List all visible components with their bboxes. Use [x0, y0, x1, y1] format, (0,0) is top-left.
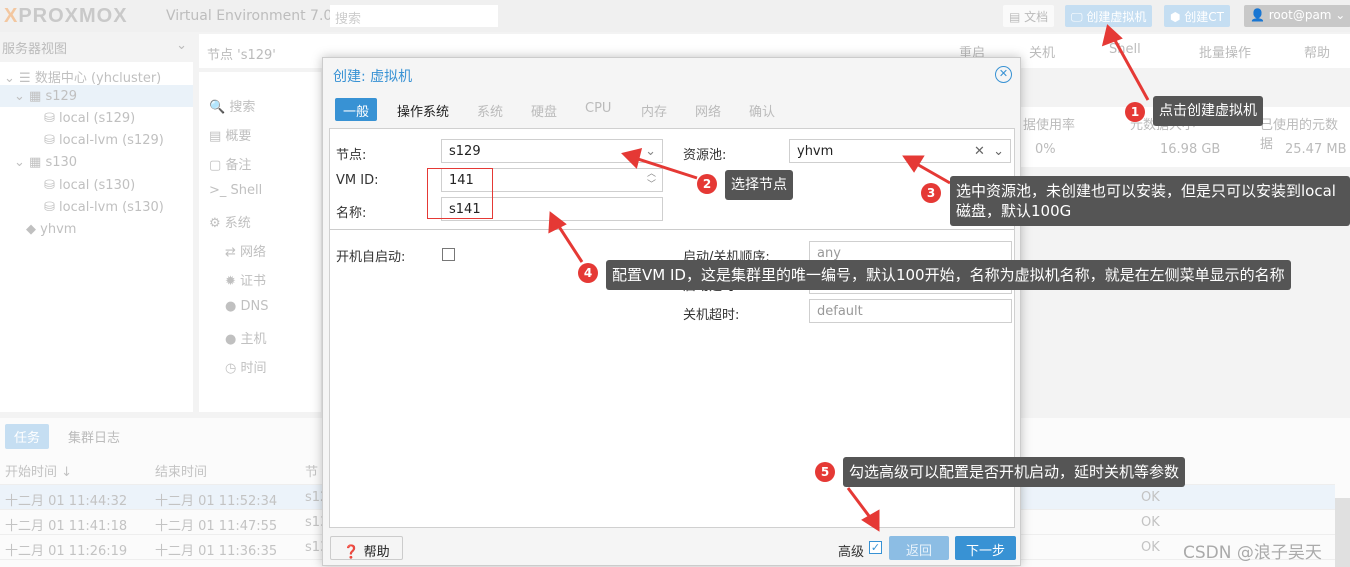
annotation-tooltip-5: 勾选高级可以配置是否开机启动，延时关机等参数	[843, 457, 1186, 487]
annotation-badge-4: 4	[578, 263, 598, 283]
annotation-tooltip-2: 选择节点	[725, 170, 793, 200]
arrow-2-head	[621, 147, 643, 169]
arrow-5	[846, 487, 874, 521]
arrow-1	[1110, 34, 1150, 101]
watermark: CSDN @浪子吴天	[1183, 543, 1322, 563]
arrow-4	[554, 221, 584, 263]
annotation-tooltip-1: 点击创建虚拟机	[1153, 96, 1263, 126]
annotation-badge-1: 1	[1125, 102, 1145, 122]
arrow-1-head	[1101, 24, 1123, 47]
arrow-3-head	[902, 155, 925, 173]
annotation-badge-5: 5	[815, 462, 835, 482]
annotation-tooltip-4: 配置VM ID，这是集群里的唯一编号，默认100开始，名称为虚拟机名称，就是在左…	[606, 260, 1291, 290]
annotation-badge-2: 2	[697, 174, 717, 194]
arrow-3	[914, 161, 951, 185]
arrow-2	[634, 156, 698, 180]
annotation-badge-3: 3	[921, 183, 941, 203]
annotation-tooltip-3: 选中资源池，未创建也可以安装，但是只可以安装到local磁盘，默认100G	[950, 176, 1350, 226]
